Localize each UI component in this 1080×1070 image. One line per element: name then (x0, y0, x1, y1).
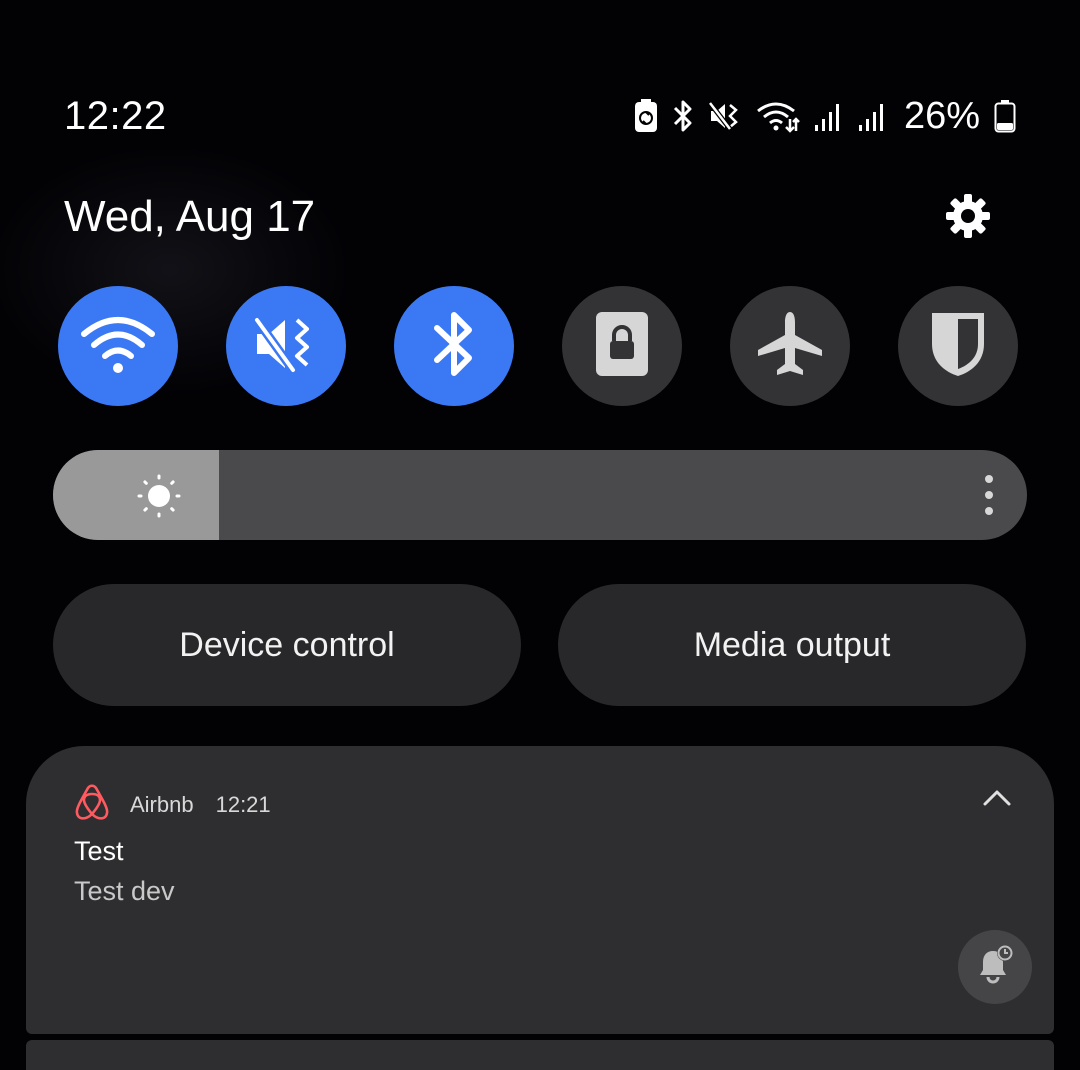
notification-app-name: Airbnb (130, 792, 194, 817)
airplane-icon (756, 310, 824, 383)
battery-percent: 26% (903, 94, 980, 137)
more-options-icon[interactable] (981, 474, 997, 521)
media-output-button[interactable]: Media output (558, 584, 1026, 706)
tile-sound[interactable] (226, 286, 346, 406)
tile-shield[interactable] (898, 286, 1018, 406)
chevron-up-icon[interactable] (982, 788, 1012, 813)
quick-panel: 12:22 26% Wed, Aug 17 Device control Med… (0, 0, 1080, 1070)
status-clock: 12:22 (64, 94, 167, 138)
shield-icon (929, 310, 987, 383)
notification-card[interactable]: Airbnb 12:21 Test Test dev (26, 746, 1054, 1034)
bluetooth-icon (672, 99, 694, 133)
status-bar: 12:22 26% (64, 88, 1016, 144)
notification-title: Test (74, 836, 124, 866)
notification-body: Test dev (74, 876, 175, 906)
tile-secure-folder[interactable] (562, 286, 682, 406)
status-icons: 26% (634, 88, 1016, 144)
lock-icon (594, 311, 650, 382)
wifi-icon (78, 312, 158, 381)
notification-header: Airbnb 12:21 (74, 783, 271, 827)
brightness-fill (53, 450, 219, 540)
next-notification-card[interactable] (26, 1040, 1054, 1070)
bell-snooze-icon (974, 943, 1016, 992)
snooze-button[interactable] (958, 930, 1032, 1004)
battery-saver-icon (634, 99, 658, 133)
brightness-slider[interactable] (53, 450, 1027, 540)
quick-tiles (58, 286, 1018, 406)
gear-icon (945, 193, 991, 244)
airbnb-logo-icon (74, 783, 110, 827)
tile-airplane[interactable] (730, 286, 850, 406)
tile-bluetooth[interactable] (394, 286, 514, 406)
mute-vibrate-icon (707, 99, 742, 133)
bluetooth-icon (431, 310, 477, 383)
wifi-data-icon (756, 99, 800, 133)
tile-wifi[interactable] (58, 286, 178, 406)
notification-time: 12:21 (215, 792, 271, 817)
settings-button[interactable] (940, 190, 996, 246)
date-label[interactable]: Wed, Aug 17 (64, 192, 315, 242)
signal-icon (814, 99, 844, 133)
signal-icon (858, 99, 888, 133)
header-row: Wed, Aug 17 (64, 192, 1016, 248)
battery-icon (994, 99, 1016, 133)
mute-icon (253, 314, 319, 379)
sun-icon (137, 474, 181, 523)
device-control-button[interactable]: Device control (53, 584, 521, 706)
